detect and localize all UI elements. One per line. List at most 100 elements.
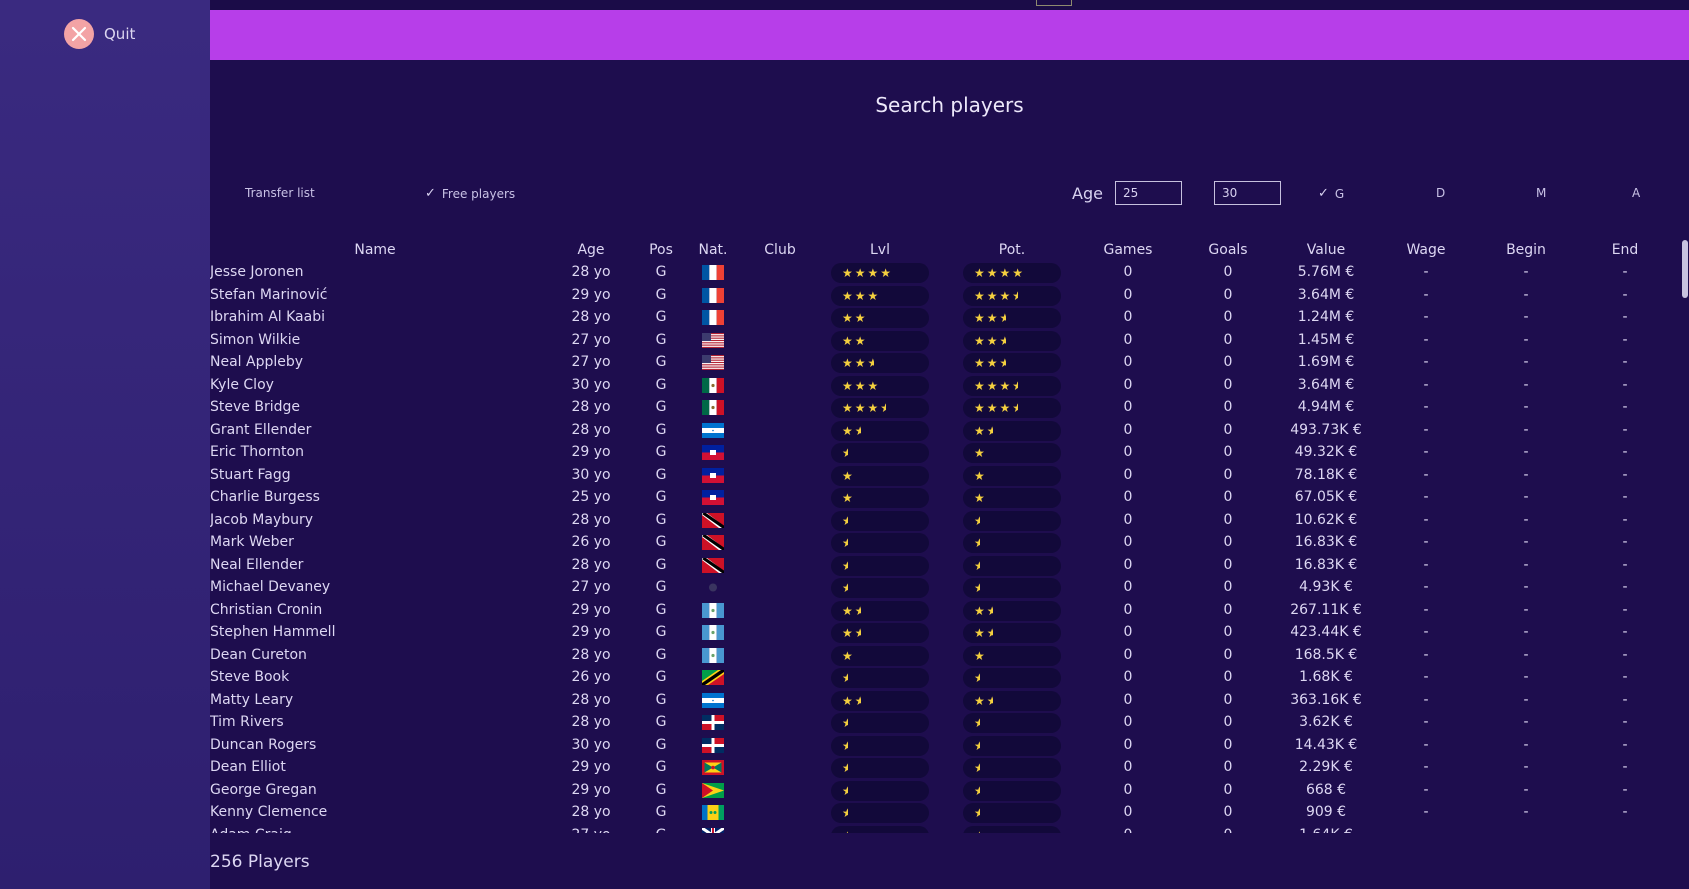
table-row[interactable]: Stefan Marinović29 yoG★★★★★★★003.64M €--…: [210, 285, 1689, 307]
level-stars: ★: [831, 510, 929, 531]
player-games: 0: [1123, 579, 1133, 595]
player-count: 256 Players: [210, 852, 310, 872]
table-row[interactable]: Neal Appleby 27 yo G ★★★ ★★★ 0 0 1.69M € - - -: [210, 352, 1689, 374]
table-row[interactable]: Kyle Cloy30 yoG★★★★★★★003.64M €---: [210, 375, 1689, 397]
table-row[interactable]: Dean Cureton 28 yo G ★ ★ 0 0 168.5K € - - -: [210, 645, 1689, 667]
scrollbar-thumb[interactable]: [1682, 240, 1688, 298]
flag-icon-uk: [702, 827, 724, 833]
table-row[interactable]: Stephen Hammell 29 yo G ★★ ★★ 0 0 423.44K € - - -: [210, 622, 1689, 644]
free-players-toggle[interactable]: ✓ Free players: [425, 186, 515, 201]
player-name: Matty Leary: [210, 691, 294, 708]
player-position: G: [655, 309, 667, 325]
quit-button[interactable]: Quit: [64, 19, 135, 49]
table-row[interactable]: Michael Devaney 27 yo G ★ ★ 0 0 4.93K € - - -: [210, 577, 1689, 599]
flag-icon-honduras: [702, 422, 724, 438]
column-header-value[interactable]: Value: [1307, 242, 1345, 258]
player-games: 0: [1123, 331, 1133, 348]
player-position: G: [656, 827, 667, 834]
player-name: Kenny Clemence: [210, 804, 328, 820]
potential-stars: ★: [963, 780, 1061, 801]
player-contract-end: -: [1622, 534, 1628, 550]
position-filter-label: D: [1436, 186, 1446, 200]
age-min-input[interactable]: [1115, 181, 1182, 205]
table-row[interactable]: Kenny Clemence 28 yo G ★ ★ 0 0 909 € - - -: [210, 802, 1689, 824]
table-row[interactable]: Grant Ellender 28 yo G ★★ ★★ 0 0 493.73K € - - -: [210, 420, 1689, 442]
player-wage: -: [1423, 534, 1429, 550]
player-age: 27 yo: [571, 827, 610, 834]
player-name: Dean Elliot: [210, 759, 286, 775]
table-row[interactable]: Neal Ellender 28 yo G ★ ★ 0 0 16.83K € - - -: [210, 555, 1689, 577]
player-goals: 0: [1223, 556, 1233, 573]
column-header-lvl[interactable]: Lvl: [870, 242, 890, 258]
player-name: Kyle Cloy: [210, 376, 274, 393]
player-name: Eric Thornton: [210, 444, 304, 460]
player-contract-begin: -: [1523, 624, 1529, 640]
player-age: 26 yo: [571, 534, 611, 550]
player-games: 0: [1123, 489, 1133, 505]
table-row[interactable]: Duncan Rogers 30 yo G ★ ★ 0 0 14.43K € - - -: [210, 735, 1689, 757]
player-games: 0: [1123, 286, 1133, 303]
player-games: 0: [1123, 466, 1133, 483]
column-header-pos[interactable]: Pos: [649, 242, 673, 258]
player-wage: -: [1423, 669, 1429, 685]
player-age: 28 yo: [571, 556, 611, 573]
player-age: 27 yo: [571, 579, 611, 595]
player-contract-begin: -: [1523, 286, 1529, 303]
player-wage: -: [1423, 286, 1429, 303]
table-row[interactable]: Christian Cronin 29 yo G ★★ ★★ 0 0 267.11K € - - -: [210, 600, 1689, 622]
table-row[interactable]: Jesse Joronen 28 yo G ★★★★ ★★★★ 0 0 5.76M € - - -: [210, 262, 1689, 284]
player-value: 14.43K €: [1294, 736, 1358, 753]
table-row[interactable]: Adam Craig 27 yo G ★ ★ 0 0 1.64K € - - -: [210, 825, 1689, 834]
position-filter-m[interactable]: M: [1536, 186, 1546, 200]
transfer-list-toggle[interactable]: Transfer list: [245, 186, 315, 200]
player-goals: 0: [1223, 331, 1233, 348]
player-value: 67.05K €: [1294, 489, 1358, 505]
player-contract-begin: -: [1523, 399, 1529, 415]
column-header-pot[interactable]: Pot.: [999, 242, 1025, 258]
table-row[interactable]: Tim Rivers 28 yo G ★ ★ 0 0 3.62K € - - -: [210, 712, 1689, 734]
player-wage: -: [1423, 827, 1428, 834]
top-handle[interactable]: [1036, 0, 1072, 6]
age-label: Age: [1072, 184, 1103, 203]
player-position: G: [655, 286, 667, 303]
position-filter-a[interactable]: A: [1632, 186, 1640, 200]
player-games: 0: [1123, 309, 1133, 325]
player-goals: 0: [1223, 511, 1233, 528]
table-row[interactable]: Matty Leary 28 yo G ★★ ★★ 0 0 363.16K € - - -: [210, 690, 1689, 712]
close-icon[interactable]: [64, 19, 94, 49]
table-row[interactable]: Stuart Fagg 30 yo G ★ ★ 0 0 78.18K € - - -: [210, 465, 1689, 487]
player-age: 30 yo: [571, 736, 611, 753]
column-header-begin[interactable]: Begin: [1506, 242, 1546, 258]
age-max-input[interactable]: [1214, 181, 1281, 205]
column-header-wage[interactable]: Wage: [1406, 242, 1445, 258]
table-row[interactable]: Eric Thornton 29 yo G ★ ★ 0 0 49.32K € - - -: [210, 442, 1689, 464]
level-stars: ★: [831, 668, 929, 688]
column-header-goals[interactable]: Goals: [1208, 242, 1247, 258]
column-header-end[interactable]: End: [1612, 242, 1639, 258]
table-row[interactable]: Charlie Burgess 25 yo G ★ ★ 0 0 67.05K € - - -: [210, 487, 1689, 509]
player-contract-end: -: [1622, 759, 1628, 775]
position-filter-d[interactable]: D: [1436, 186, 1445, 200]
level-stars: ★: [831, 465, 929, 486]
table-row[interactable]: George Gregan 29 yo G ★ ★ 0 0 668 € - - -: [210, 780, 1689, 802]
potential-stars: ★: [963, 578, 1061, 598]
player-wage: -: [1423, 489, 1429, 505]
player-age: 28 yo: [571, 399, 611, 415]
player-value: 10.62K €: [1294, 511, 1358, 528]
player-goals: 0: [1223, 399, 1233, 415]
player-contract-end: -: [1622, 421, 1628, 438]
position-filter-g[interactable]: ✓ G: [1318, 186, 1344, 201]
player-wage: -: [1423, 601, 1429, 618]
table-row[interactable]: Mark Weber 26 yo G ★ ★ 0 0 16.83K € - - -: [210, 532, 1689, 554]
column-header-name[interactable]: Name: [354, 242, 395, 258]
column-header-age[interactable]: Age: [577, 242, 604, 258]
table-row[interactable]: Steve Bridge 28 yo G ★★★★ ★★★★ 0 0 4.94M € - - -: [210, 397, 1689, 419]
column-header-nat[interactable]: Nat.: [699, 242, 728, 258]
table-row[interactable]: Steve Book 26 yo G ★ ★ 0 0 1.68K € - - -: [210, 667, 1689, 689]
column-header-games[interactable]: Games: [1104, 242, 1153, 258]
table-row[interactable]: Jacob Maybury 28 yo G ★ ★ 0 0 10.62K € - - -: [210, 510, 1689, 532]
table-row[interactable]: Ibrahim Al Kaabi28 yoG★★★★★001.24M €---: [210, 307, 1689, 329]
column-header-club[interactable]: Club: [764, 242, 795, 258]
table-row[interactable]: Dean Elliot 29 yo G ★ ★ 0 0 2.29K € - - -: [210, 757, 1689, 779]
table-row[interactable]: Simon Wilkie27 yoG★★★★★001.45M €---: [210, 330, 1689, 352]
